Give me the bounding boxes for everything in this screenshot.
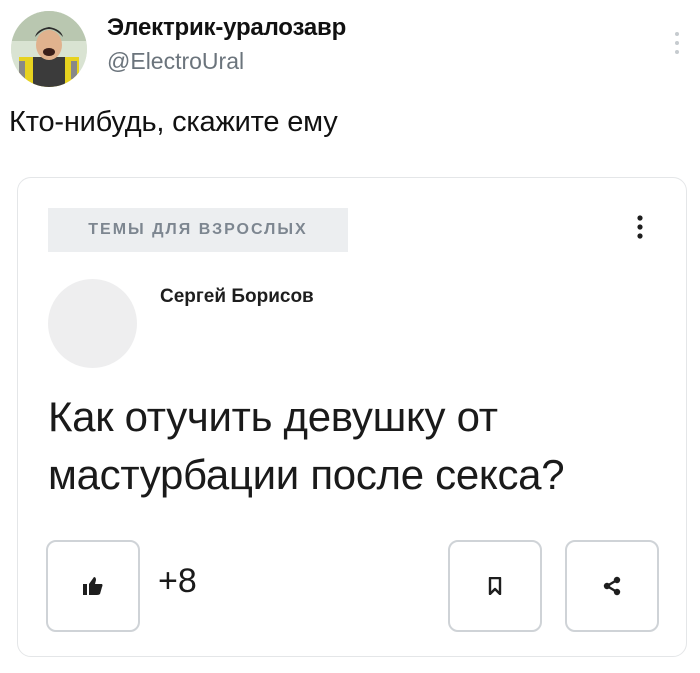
user-avatar[interactable] (11, 11, 87, 87)
bookmark-icon (488, 577, 502, 595)
question-line: Как отучить девушку от (48, 393, 498, 440)
question-title: Как отучить девушку от мастурбации после… (48, 388, 668, 504)
embedded-question-card: ТЕМЫ ДЛЯ ВЗРОСЛЫХ Сергей Борисов Как оту… (17, 177, 687, 657)
bookmark-button[interactable] (448, 540, 542, 632)
user-handle[interactable]: @ElectroUral (107, 48, 244, 75)
like-button[interactable] (46, 540, 140, 632)
user-avatar-image (11, 11, 87, 87)
share-icon (603, 576, 621, 596)
share-button[interactable] (565, 540, 659, 632)
thumbs-up-icon (83, 577, 103, 595)
vertical-dots-icon[interactable] (636, 214, 644, 240)
display-name[interactable]: Электрик-уралозавр (107, 14, 346, 42)
question-line: мастурбации после секса? (48, 451, 565, 498)
vertical-dots-icon[interactable] (672, 30, 682, 56)
tweet-text: Кто-нибудь, скажите ему (9, 106, 338, 138)
author-avatar[interactable] (48, 279, 137, 368)
author-name[interactable]: Сергей Борисов (160, 286, 314, 308)
like-count: +8 (158, 562, 197, 600)
topic-tag[interactable]: ТЕМЫ ДЛЯ ВЗРОСЛЫХ (48, 208, 348, 252)
